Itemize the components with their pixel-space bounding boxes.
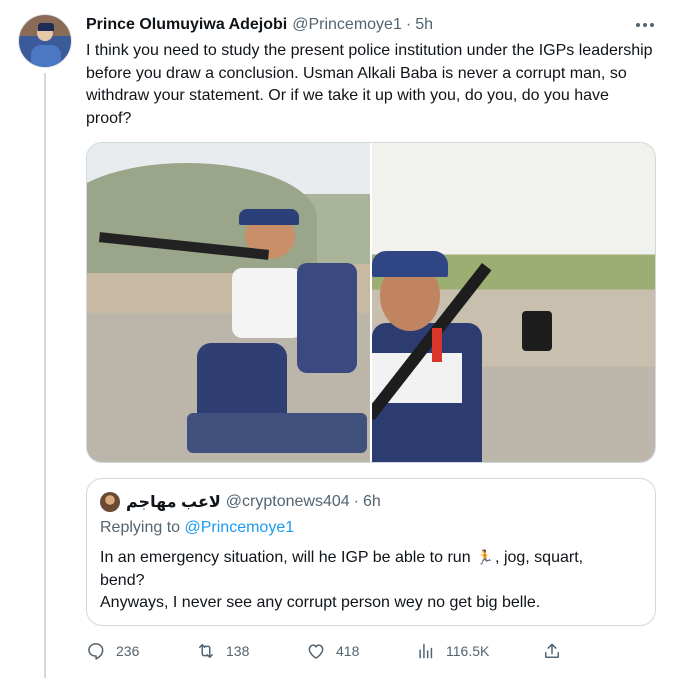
photo-officer-shirt bbox=[232, 268, 302, 338]
tweet-text: I think you need to study the present po… bbox=[86, 42, 653, 127]
quote-text-line3: Anyways, I never see any corrupt person … bbox=[100, 594, 541, 611]
photo-other-officers bbox=[297, 263, 357, 373]
views-button[interactable]: 116.5K bbox=[416, 638, 489, 664]
photo-rifle-magazine bbox=[522, 311, 552, 351]
like-icon bbox=[308, 644, 324, 659]
quoted-tweet[interactable]: لاعب مهاجم @cryptonews404 · 6h Replying … bbox=[86, 478, 656, 626]
quote-author-avatar[interactable] bbox=[100, 492, 120, 512]
like-count: 418 bbox=[336, 643, 360, 659]
quote-header: لاعب مهاجم @cryptonews404 · 6h bbox=[100, 491, 381, 513]
more-options-icon[interactable] bbox=[633, 15, 657, 35]
retweet-button[interactable]: 138 bbox=[196, 638, 249, 664]
avatar-cap-shape bbox=[38, 23, 54, 31]
quote-replying-prefix: Replying to bbox=[100, 519, 181, 536]
media-photo-officer-kneeling[interactable] bbox=[87, 143, 370, 462]
quote-timestamp[interactable]: 6h bbox=[363, 493, 381, 511]
like-button[interactable]: 418 bbox=[306, 638, 359, 664]
reply-button[interactable]: 236 bbox=[86, 638, 139, 664]
running-person-icon: 🏃 bbox=[476, 549, 494, 565]
quote-author-handle[interactable]: @cryptonews404 bbox=[226, 493, 350, 511]
thread-line bbox=[44, 73, 46, 678]
tweet-header: Prince Olumuyiwa Adejobi @Princemoye1 · … bbox=[86, 14, 433, 36]
author-handle[interactable]: @Princemoye1 bbox=[292, 16, 402, 34]
quote-replying-mention[interactable]: @Princemoye1 bbox=[185, 519, 295, 536]
photo-officer-legs bbox=[187, 413, 367, 453]
avatar-shirt-shape bbox=[31, 45, 61, 67]
reply-icon bbox=[88, 643, 104, 660]
photo-officer-cap bbox=[372, 251, 448, 277]
reply-count: 236 bbox=[116, 643, 140, 659]
share-button[interactable] bbox=[542, 638, 562, 664]
tweet-actions-bar: 236 138 418 116.5K bbox=[86, 638, 566, 664]
author-display-name[interactable]: Prince Olumuyiwa Adejobi bbox=[86, 16, 287, 34]
tweet-media[interactable] bbox=[86, 142, 656, 463]
retweet-icon bbox=[199, 644, 213, 658]
quote-text-line2: bend? bbox=[100, 571, 145, 589]
header-separator: · bbox=[405, 16, 412, 33]
quote-author-display-name[interactable]: لاعب مهاجم bbox=[126, 492, 221, 512]
author-avatar[interactable] bbox=[18, 14, 72, 68]
photo-officer-cap bbox=[239, 209, 299, 225]
quote-text-line1-before: In an emergency situation, will he IGP b… bbox=[100, 549, 471, 566]
quote-header-separator: · bbox=[353, 493, 359, 510]
quote-text: In an emergency situation, will he IGP b… bbox=[100, 546, 645, 615]
quote-replying-to: Replying to @Princemoye1 bbox=[100, 519, 294, 537]
media-photo-officer-rifle[interactable] bbox=[372, 143, 655, 462]
quote-text-line1-after: , jog, squart, bbox=[495, 549, 584, 566]
views-icon bbox=[419, 643, 433, 659]
views-count: 116.5K bbox=[446, 643, 490, 659]
retweet-count: 138 bbox=[226, 643, 250, 659]
tweet-timestamp[interactable]: 5h bbox=[415, 16, 433, 34]
photo-red-marker bbox=[432, 328, 442, 362]
share-icon bbox=[545, 643, 559, 658]
